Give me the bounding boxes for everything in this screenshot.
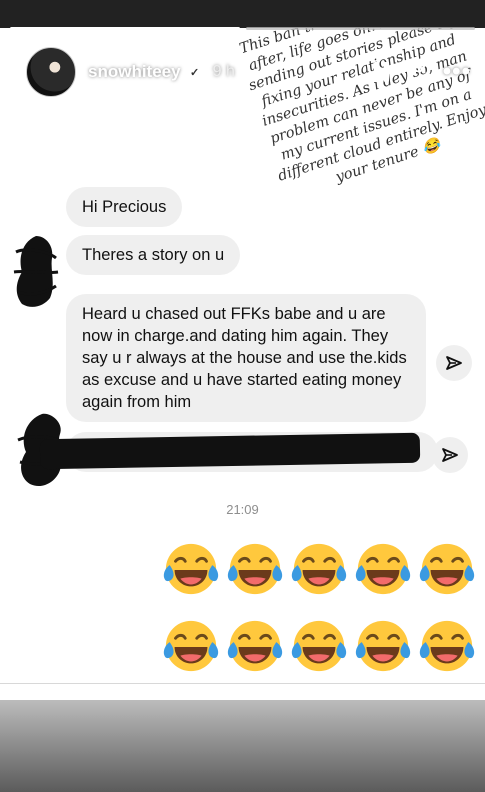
progress-bar [10,27,240,30]
avatar[interactable] [26,47,76,97]
story-progress [10,27,475,30]
forward-button[interactable] [432,437,468,473]
crying-laughing-emoji-icon [162,540,226,603]
message-bubble: Hi Precious [66,187,183,227]
crying-laughing-emoji-icon [290,540,354,603]
crying-laughing-emoji-icon [162,617,226,680]
crying-laughing-emoji-icon [290,617,354,680]
crying-laughing-emoji-icon [418,617,482,680]
chat-timestamp: 21:09 [226,502,259,517]
crying-laughing-emoji-icon [354,540,418,603]
message-bubble: Heard u chased out FFKs babe and u are n… [66,294,426,422]
progress-fill [10,27,240,30]
divider [0,683,485,684]
pause-icon[interactable] [373,62,389,82]
crying-laughing-emoji-icon [226,617,290,680]
send-icon [446,356,462,370]
verified-badge-icon: ✓ [186,64,203,80]
send-icon [442,448,458,462]
message-bubble: Theres a story on u [66,235,241,275]
story-screen: snowhiteey ✓ 9 h ••• This ban trend for … [0,0,485,792]
crying-laughing-emoji-icon [418,540,482,603]
story-controls: ••• [373,58,471,86]
mute-icon[interactable] [405,59,427,85]
bottom-shade [0,700,485,792]
forward-button[interactable] [436,345,472,381]
caption-overlay: This ban trend for 2days and after, life… [210,0,485,213]
crying-laughing-emoji-icon [354,617,418,680]
top-bar [0,0,485,28]
emoji-grid [162,540,482,680]
username[interactable]: snowhiteey [88,62,181,82]
progress-bar [245,27,475,30]
more-options-icon[interactable]: ••• [443,58,471,86]
story-header: snowhiteey ✓ 9 h ••• [26,47,471,97]
post-time: 9 h [212,63,235,80]
crying-laughing-emoji-icon [226,540,290,603]
scribbled-avatar [13,236,59,307]
